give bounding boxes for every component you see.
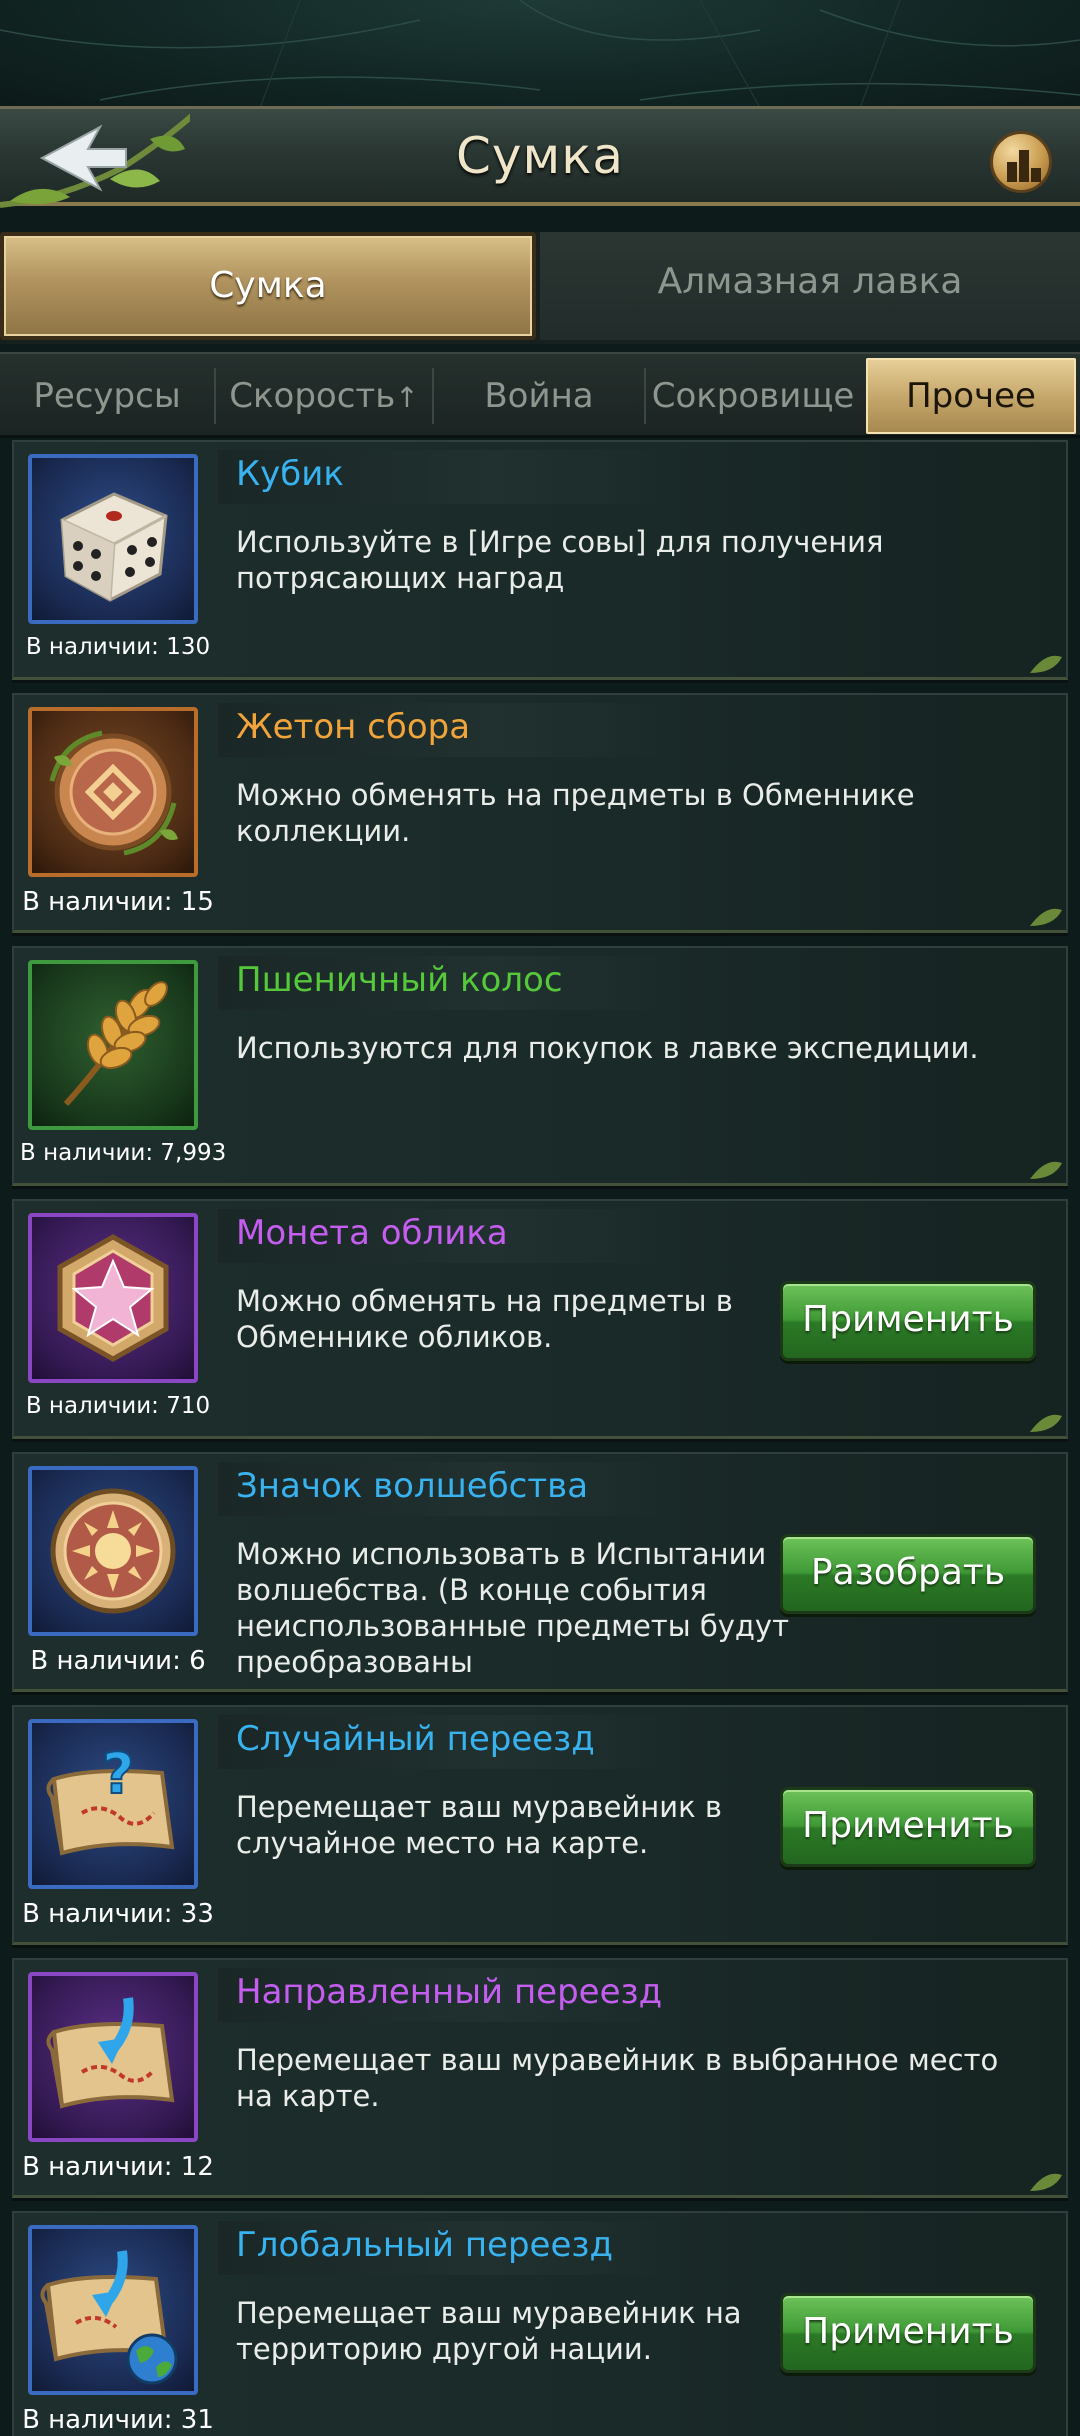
item-description: Перемещает ваш муравейник в выбранное ме…	[236, 2043, 999, 2113]
list-item: В наличии: 130 Кубик Используйте в [Игре…	[12, 440, 1068, 680]
random-relocation-icon: ?	[46, 1741, 175, 1856]
stock-count: В наличии: 12	[22, 2152, 214, 2182]
item-icon-frame	[28, 1213, 198, 1383]
up-arrow-icon: ↑	[395, 381, 419, 414]
tab-other[interactable]: Прочее	[866, 358, 1076, 434]
stock-count: В наличии: 6	[30, 1646, 206, 1676]
item-name: Направленный переезд	[236, 1972, 663, 2012]
item-description: Перемещает ваш муравейник на территорию …	[236, 2296, 742, 2366]
leaf-decoration-icon	[1030, 2173, 1062, 2191]
item-description: Можно использовать в Испытании волшебств…	[236, 1537, 789, 1679]
tab-war[interactable]: Война	[434, 358, 644, 434]
item-name: Монета облика	[236, 1213, 508, 1253]
item-name: Значок волшебства	[236, 1466, 589, 1506]
item-description: Используйте в [Игре совы] для получения …	[236, 525, 884, 595]
dice-icon	[60, 492, 168, 602]
item-description: Можно обменять на предметы в Обменнике о…	[236, 1284, 733, 1354]
item-description: Перемещает ваш муравейник в случайное ме…	[236, 1790, 722, 1860]
top-background	[0, 0, 1080, 108]
item-name: Кубик	[236, 454, 344, 494]
leaf-decoration-icon	[1030, 908, 1062, 926]
apply-button[interactable]: Применить	[780, 1787, 1036, 1867]
stock-count: В наличии: 31	[22, 2405, 214, 2435]
item-description: Используются для покупок в лавке экспеди…	[236, 1031, 979, 1065]
item-name: Жетон сбора	[236, 707, 471, 747]
leaf-decoration-icon	[1030, 655, 1062, 673]
apply-button[interactable]: Применить	[780, 2293, 1036, 2373]
tab-speed-label: Скорость	[229, 376, 396, 416]
list-item: В наличии: 31 Глобальный переезд Перемещ…	[12, 2211, 1068, 2436]
targeted-relocation-icon	[46, 1997, 175, 2109]
ranking-icon	[1007, 150, 1041, 182]
list-item: В наличии: 7,993 Пшеничный колос Использ…	[12, 946, 1068, 1186]
svg-text:?: ?	[102, 1742, 134, 1807]
item-icon-frame	[28, 707, 198, 877]
apply-button[interactable]: Применить	[780, 1281, 1036, 1361]
leaf-decoration-icon	[1030, 1414, 1062, 1432]
list-item: ? В наличии: 33 Случайный переезд Переме…	[12, 1705, 1068, 1945]
tab-treasure[interactable]: Сокровище	[646, 358, 860, 434]
stock-count: В наличии: 130	[25, 634, 211, 660]
wheat-icon	[63, 981, 168, 1107]
tab-diamond-shop[interactable]: Алмазная лавка	[540, 232, 1080, 340]
item-icon-frame: ?	[28, 1719, 198, 1889]
item-name: Пшеничный колос	[236, 960, 563, 1000]
tab-speed[interactable]: Скорость↑	[216, 358, 432, 434]
collection-token-icon	[49, 730, 178, 856]
list-item: В наличии: 710 Монета облика Можно обмен…	[12, 1199, 1068, 1439]
leaf-decoration-icon	[1030, 1161, 1062, 1179]
magic-badge-icon	[50, 1488, 176, 1614]
global-relocation-icon	[40, 2250, 178, 2385]
stock-count: В наличии: 15	[22, 887, 214, 917]
tab-resources[interactable]: Ресурсы	[0, 358, 214, 434]
stock-count: В наличии: 33	[22, 1899, 214, 1929]
ranking-button[interactable]	[990, 131, 1052, 193]
page-title: Сумка	[455, 127, 625, 185]
list-item: В наличии: 6 Значок волшебства Можно исп…	[12, 1452, 1068, 1692]
item-icon-frame	[28, 1466, 198, 1636]
item-icon-frame	[28, 454, 198, 624]
item-icon-frame	[28, 960, 198, 1130]
item-name: Случайный переезд	[236, 1719, 595, 1759]
list-item: В наличии: 12 Направленный переезд Перем…	[12, 1958, 1068, 2198]
disassemble-button[interactable]: Разобрать	[780, 1534, 1036, 1614]
skin-coin-icon	[57, 1234, 169, 1362]
category-tabs: Ресурсы Скорость↑ Война Сокровище Прочее	[0, 352, 1080, 438]
item-icon-frame	[28, 2225, 198, 2395]
item-description: Можно обменять на предметы в Обменнике к…	[236, 778, 915, 848]
stock-count: В наличии: 7,993	[20, 1140, 227, 1166]
header-bar: Сумка	[0, 106, 1080, 208]
stock-count: В наличии: 710	[25, 1393, 211, 1419]
main-tabs: Сумка Алмазная лавка	[0, 232, 1080, 344]
item-icon-frame	[28, 1972, 198, 2142]
list-item: В наличии: 15 Жетон сбора Можно обменять…	[12, 693, 1068, 933]
tab-bag[interactable]: Сумка	[0, 232, 536, 340]
item-name: Глобальный переезд	[236, 2225, 613, 2265]
